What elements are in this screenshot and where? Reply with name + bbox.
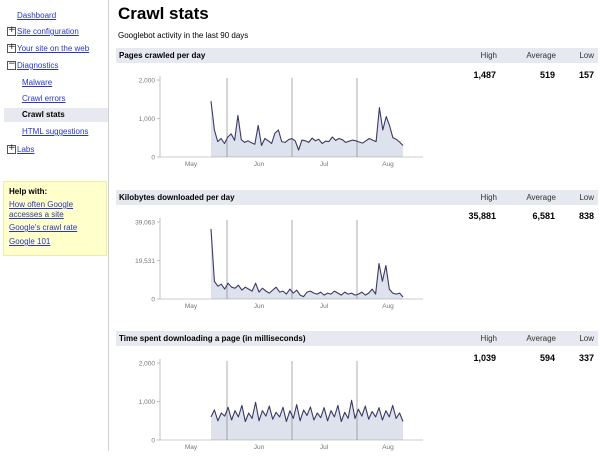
y-tick-label: 2,000 <box>139 361 156 368</box>
nav-your-site-on-the-web[interactable]: Your site on the web <box>17 44 89 53</box>
nav-site-configuration[interactable]: Site configuration <box>17 27 79 36</box>
y-tick-label: 19,531 <box>135 258 155 265</box>
x-tick-label: Jun <box>254 161 265 168</box>
panel-title: Kilobytes downloaded per day <box>119 193 235 202</box>
y-tick-label: 39,063 <box>135 220 155 227</box>
column-low: Low <box>579 334 594 343</box>
x-tick-label: Jun <box>254 303 265 310</box>
column-low: Low <box>579 51 594 60</box>
nav-crawl-stats[interactable]: Crawl stats <box>22 110 65 119</box>
help-title: Help with: <box>9 187 48 196</box>
y-tick-label: 1,000 <box>139 116 156 123</box>
x-tick-label: May <box>185 444 198 451</box>
x-tick-label: Aug <box>382 303 394 310</box>
x-tick-label: Aug <box>382 444 394 451</box>
series-area <box>211 400 403 440</box>
series-line <box>210 228 404 298</box>
nav-crawl-errors[interactable]: Crawl errors <box>22 94 66 103</box>
stat-low: 838 <box>578 211 594 221</box>
panel-header-kilobytes: Kilobytes downloaded per day High Averag… <box>116 190 598 205</box>
help-box: Help with: How often Google accesses a s… <box>3 181 107 256</box>
column-high: High <box>480 51 497 60</box>
x-tick-label: Aug <box>382 161 394 168</box>
nav-labs[interactable]: Labs <box>17 145 34 154</box>
time-spent-chart: 2,000 1,000 0 May Jun Jul Aug <box>139 359 423 451</box>
help-link-how-often[interactable]: How often Google accesses a site <box>9 200 104 220</box>
page-title: Crawl stats <box>118 4 209 23</box>
nav-diagnostics[interactable]: Diagnostics <box>17 61 58 70</box>
expand-icon[interactable]: + <box>7 42 16 53</box>
y-tick-label: 1,000 <box>139 399 156 406</box>
help-link-google-101[interactable]: Google 101 <box>9 237 104 247</box>
x-tick-label: Jul <box>320 161 329 168</box>
nav-malware[interactable]: Malware <box>22 78 52 87</box>
stat-high: 1,039 <box>473 353 496 363</box>
page-subtitle: Googlebot activity in the last 90 days <box>118 31 249 40</box>
stat-low: 337 <box>578 353 594 363</box>
kilobytes-chart: 39,063 19,531 0 May Jun Jul Aug <box>135 218 423 310</box>
panel-header-time-spent: Time spent downloading a page (in millis… <box>116 331 598 346</box>
panel-header-pages-crawled: Pages crawled per day High Average Low <box>116 48 598 63</box>
y-tick-label: 0 <box>151 438 155 445</box>
y-tick-label: 2,000 <box>139 78 156 85</box>
expand-icon[interactable]: + <box>7 143 16 154</box>
stat-high: 35,881 <box>468 211 496 221</box>
x-tick-label: Jul <box>320 303 329 310</box>
help-link-crawl-rate[interactable]: Google's crawl rate <box>9 223 104 233</box>
x-tick-label: Jul <box>320 444 329 451</box>
x-tick-label: Jun <box>254 444 265 451</box>
stat-low: 157 <box>578 70 594 80</box>
y-tick-label: 0 <box>151 155 155 162</box>
column-high: High <box>480 193 497 202</box>
stat-high: 1,487 <box>473 70 496 80</box>
column-low: Low <box>579 193 594 202</box>
series-area <box>211 229 403 299</box>
sidebar: Dashboard + Site configuration + Your si… <box>0 0 109 451</box>
collapse-icon[interactable]: − <box>7 59 16 70</box>
panel-title: Time spent downloading a page (in millis… <box>119 334 306 343</box>
nav-html-suggestions[interactable]: HTML suggestions <box>22 127 88 136</box>
y-tick-label: 0 <box>151 297 155 304</box>
panel-title: Pages crawled per day <box>119 51 206 60</box>
column-high: High <box>480 334 497 343</box>
main-content: Crawl stats Googlebot activity in the la… <box>116 0 598 451</box>
pages-crawled-chart: 2,000 1,000 0 May Jun Jul Aug <box>139 76 423 168</box>
nav-dashboard[interactable]: Dashboard <box>17 11 56 20</box>
x-tick-label: May <box>185 161 198 168</box>
expand-icon[interactable]: + <box>7 25 16 36</box>
x-tick-label: May <box>185 303 198 310</box>
